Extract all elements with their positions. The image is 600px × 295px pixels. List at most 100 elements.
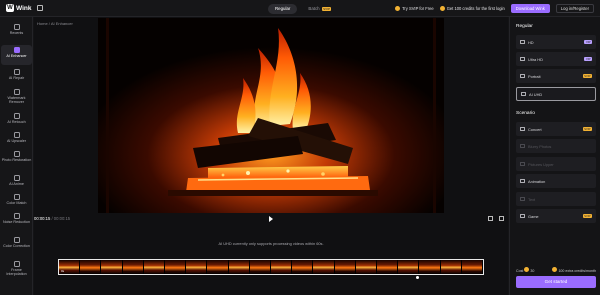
credits-offer[interactable]: 100 extra credits/month	[552, 267, 596, 273]
timeline-frame	[207, 260, 229, 274]
player-tools	[488, 216, 504, 221]
scenario-section-title: Scenario	[516, 111, 535, 116]
anime-icon	[13, 175, 20, 181]
sidebar-item-color-match[interactable]: Color Match	[1, 194, 32, 205]
options-panel: Regular HD VIP Ultra HD VIP Portrait SVI…	[509, 17, 600, 295]
sidebar-item-color-correction[interactable]: Color Correction	[1, 237, 32, 248]
timeline-frame	[271, 260, 293, 274]
ai-uhd-icon	[521, 92, 526, 96]
option-text[interactable]: Text	[516, 192, 596, 206]
app-logo[interactable]: W Wink	[6, 4, 31, 12]
option-pictures-upper[interactable]: Pictures Upper	[516, 157, 596, 171]
crown-icon	[395, 6, 401, 11]
compare-icon[interactable]	[488, 216, 493, 221]
sidebar-item-ai-retouch[interactable]: AI Retouch	[1, 113, 32, 124]
download-button[interactable]: Download Wink	[510, 4, 550, 13]
timeline-frame	[355, 260, 378, 274]
option-blurry-photos[interactable]: Blurry Photos	[516, 139, 596, 153]
video-preview[interactable]	[98, 18, 444, 213]
hd-icon	[520, 40, 525, 44]
timeline-frame	[122, 260, 144, 274]
coin-icon	[439, 6, 445, 11]
option-hd[interactable]: HD VIP	[516, 35, 596, 49]
timeline-start-label: 0s	[61, 269, 65, 273]
vip-badge: VIP	[584, 57, 592, 61]
timeline-frame	[186, 260, 208, 274]
svip-badge: SVIP	[582, 127, 592, 131]
option-ai-uhd[interactable]: AI UHD	[516, 87, 596, 101]
svip-badge: SVIP	[582, 214, 592, 218]
noise-icon	[13, 213, 20, 219]
app-name: Wink	[16, 4, 32, 12]
timeline-frame	[440, 260, 462, 274]
option-ultra-hd[interactable]: Ultra HD VIP	[516, 52, 596, 66]
cost-display: Cost 30	[516, 267, 535, 273]
duration-notice: AI UHD currently only supports processin…	[218, 241, 324, 246]
blurry-photo-icon	[520, 144, 525, 148]
sidebar: Recents AI Enhancer AI Repair Watermark …	[0, 17, 33, 295]
svip-badge: SVIP	[321, 6, 332, 11]
option-game[interactable]: Game SVIP	[516, 209, 596, 223]
mode-tabs: Regular Batch SVIP	[268, 4, 338, 14]
retouch-icon	[13, 113, 20, 119]
ultra-hd-icon	[520, 57, 525, 61]
video-timeline[interactable]: 0s	[58, 259, 484, 275]
play-icon[interactable]	[269, 216, 273, 222]
breadcrumb-current: AI Enhancer	[50, 21, 73, 26]
total-time: / 00:00:15	[51, 216, 71, 221]
cost-row: Cost 30 100 extra credits/month	[516, 267, 596, 273]
timeline-frame	[143, 260, 166, 274]
concert-icon	[520, 127, 525, 131]
vip-badge: VIP	[584, 40, 592, 44]
text-icon	[520, 197, 525, 201]
timeline-frame	[165, 260, 187, 274]
game-icon	[520, 214, 525, 218]
svip-trial-link[interactable]: Try SVIP for Free	[395, 6, 434, 11]
login-button[interactable]: Log in/Register	[555, 4, 594, 13]
breadcrumb: Home / AI Enhancer	[37, 21, 73, 26]
sidebar-item-ai-enhancer[interactable]: AI Enhancer	[1, 45, 32, 65]
option-portrait[interactable]: Portrait SVIP	[516, 69, 596, 83]
clock-icon	[13, 24, 20, 30]
enhance-icon	[13, 47, 20, 53]
sidebar-item-ai-anime[interactable]: AI Anime	[1, 175, 32, 186]
current-time: 00:00:15	[34, 216, 51, 221]
timeline-frame	[313, 260, 335, 274]
upscale-icon	[13, 132, 20, 138]
get-started-button[interactable]: Get started	[516, 276, 596, 288]
regular-section-title: Regular	[516, 24, 533, 29]
sidebar-item-photo-restoration[interactable]: Photo Restoration	[1, 151, 32, 162]
sidebar-item-ai-upscaler[interactable]: AI Upscaler	[1, 132, 32, 143]
timeline-frame	[249, 260, 272, 274]
fireplace-video-frame	[98, 18, 444, 213]
option-animation[interactable]: Animation	[516, 174, 596, 188]
watermark-icon	[13, 89, 20, 95]
timeline-frame	[228, 260, 250, 274]
breadcrumb-home[interactable]: Home	[37, 21, 48, 26]
playhead-handle[interactable]	[416, 276, 419, 279]
workspace: Home / AI Enhancer 00:00:15 / 00:00:15 A…	[34, 17, 508, 295]
tab-batch[interactable]: Batch SVIP	[301, 4, 338, 14]
top-right-actions: Try SVIP for Free Get 100 credits for th…	[395, 4, 594, 13]
timeline-frame	[377, 260, 399, 274]
sidebar-item-watermark-remover[interactable]: Watermark Remover	[1, 89, 32, 105]
sidebar-item-recents[interactable]: Recents	[1, 24, 32, 35]
repair-icon	[13, 69, 20, 75]
sidebar-toggle-icon[interactable]	[37, 5, 43, 11]
credits-promo-link[interactable]: Get 100 credits for the first login	[439, 6, 505, 11]
tab-regular[interactable]: Regular	[268, 4, 298, 14]
timeline-frame	[101, 260, 123, 274]
timeline-frame	[398, 260, 420, 274]
wink-logo-icon: W	[6, 4, 14, 12]
fullscreen-icon[interactable]	[499, 216, 504, 221]
playback-time: 00:00:15 / 00:00:15	[34, 216, 70, 221]
timeline-frame	[461, 260, 483, 274]
timeline-frame	[334, 260, 356, 274]
sidebar-item-noise-reduction[interactable]: Noise Reduction	[1, 213, 32, 224]
photo-icon	[13, 151, 20, 157]
picture-icon	[520, 162, 525, 166]
option-concert[interactable]: Concert SVIP	[516, 122, 596, 136]
sidebar-item-frame-interpolation[interactable]: Frame Interpolation	[1, 261, 32, 277]
coin-icon	[524, 267, 530, 272]
sidebar-item-ai-repair[interactable]: AI Repair	[1, 69, 32, 80]
